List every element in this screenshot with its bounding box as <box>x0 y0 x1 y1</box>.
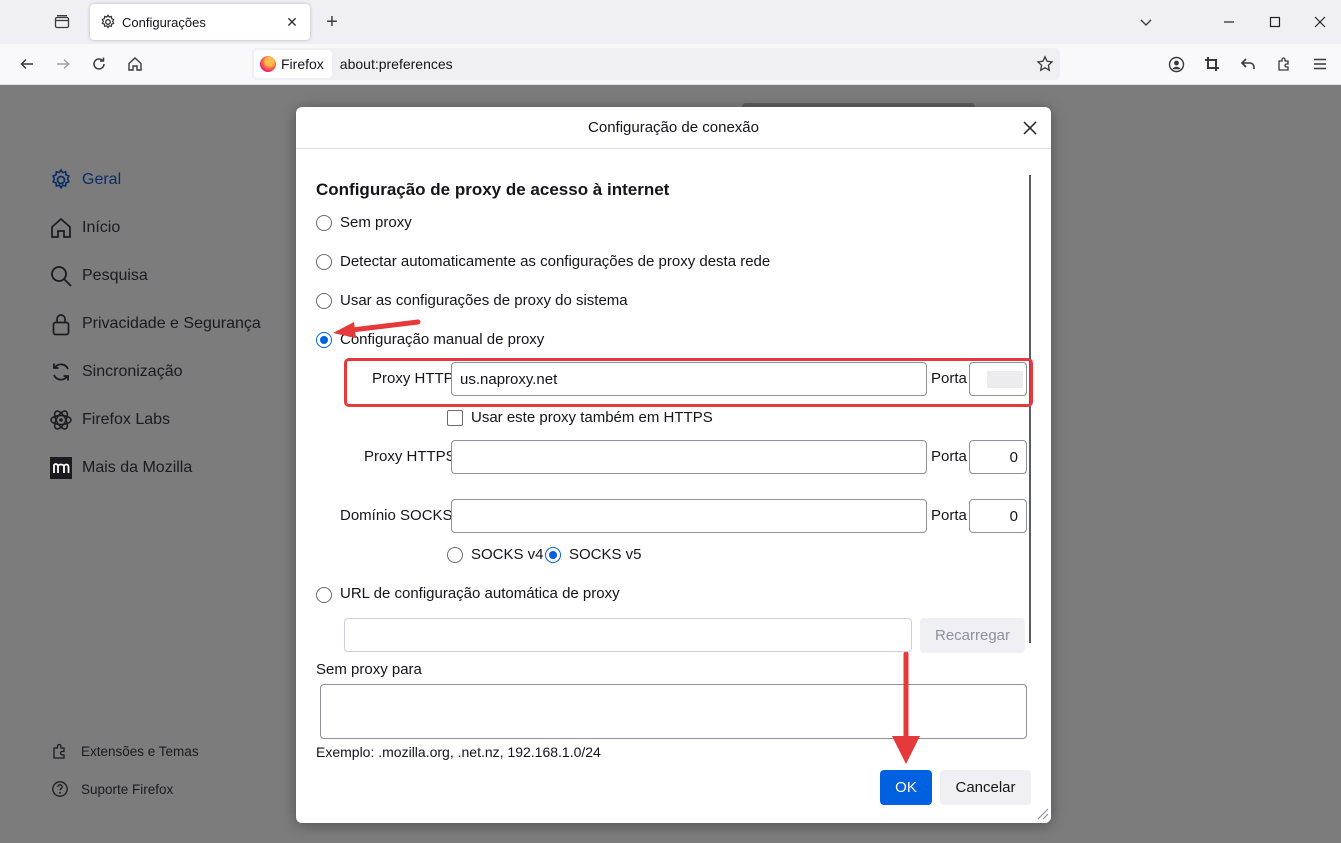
home-icon <box>48 215 74 241</box>
search-icon <box>48 263 74 289</box>
example-text: Exemplo: .mozilla.org, .net.nz, 192.168.… <box>316 744 601 760</box>
reload-icon[interactable] <box>89 54 109 74</box>
maximize-icon[interactable] <box>1265 12 1285 32</box>
https-proxy-input[interactable] <box>451 440 927 474</box>
close-tab-icon[interactable]: ✕ <box>284 14 300 31</box>
puzzle-icon <box>50 741 70 761</box>
help-icon <box>50 779 70 799</box>
https-proxy-label: Proxy HTTPS <box>364 448 456 465</box>
screenshot-crop-icon[interactable] <box>1202 54 1222 74</box>
sidebar-item-privacidade[interactable]: Privacidade e Segurança <box>48 311 261 337</box>
url-bar[interactable]: Firefox about:preferences <box>252 48 1060 80</box>
extensions-icon[interactable] <box>1274 54 1294 74</box>
url-text[interactable]: about:preferences <box>340 56 1036 72</box>
annotation-highlight-box <box>344 358 1033 407</box>
navigation-toolbar: Firefox about:preferences <box>0 44 1341 85</box>
radio-no-proxy-label[interactable]: Sem proxy <box>340 214 412 231</box>
account-icon[interactable] <box>1166 54 1186 74</box>
mozilla-icon <box>48 455 74 481</box>
identity-box[interactable]: Firefox <box>254 50 332 78</box>
radio-pac-url-label[interactable]: URL de configuração automática de proxy <box>340 585 620 602</box>
sidebar-item-firefox-labs[interactable]: Firefox Labs <box>48 407 170 433</box>
sidebar-item-label: Início <box>82 219 121 236</box>
scrollbar[interactable] <box>1029 175 1031 643</box>
window-close-icon[interactable] <box>1310 12 1330 32</box>
ok-button[interactable]: OK <box>880 770 932 805</box>
cancel-button[interactable]: Cancelar <box>940 770 1031 805</box>
sidebar-item-geral[interactable]: Geral <box>48 167 121 193</box>
undo-icon[interactable] <box>1238 54 1258 74</box>
firefox-logo-icon <box>260 56 276 72</box>
socks-port-input[interactable]: 0 <box>969 499 1027 533</box>
firefox-view-icon[interactable] <box>52 12 72 32</box>
https-port-label: Porta <box>931 448 967 465</box>
resize-grip-icon[interactable] <box>1035 806 1049 824</box>
pac-url-input[interactable] <box>344 618 912 652</box>
socks-host-input[interactable] <box>451 499 927 533</box>
radio-system-proxy[interactable] <box>316 293 332 309</box>
close-icon[interactable] <box>1018 116 1042 140</box>
socks-port-label: Porta <box>931 507 967 524</box>
also-https-label[interactable]: Usar este proxy também em HTTPS <box>471 409 713 426</box>
sidebar-item-label: Geral <box>82 171 122 188</box>
https-port-input[interactable]: 0 <box>969 440 1027 474</box>
sidebar-item-label: Sincronização <box>82 363 183 380</box>
annotation-arrow-down <box>892 652 920 764</box>
dialog-title: Configuração de conexão <box>588 119 759 136</box>
sidebar-item-pesquisa[interactable]: Pesquisa <box>48 263 148 289</box>
back-icon[interactable] <box>17 54 37 74</box>
sidebar-item-sincronizacao[interactable]: Sincronização <box>48 359 183 385</box>
sidebar-item-label: Pesquisa <box>82 267 148 284</box>
sidebar-item-label: Privacidade e Segurança <box>82 315 261 332</box>
radio-auto-detect[interactable] <box>316 254 332 270</box>
sidebar-item-mais-mozilla[interactable]: Mais da Mozilla <box>48 455 192 481</box>
new-tab-icon[interactable]: + <box>322 11 342 33</box>
tab-bar: Configurações ✕ + <box>0 0 1341 44</box>
reload-button[interactable]: Recarregar <box>920 618 1025 653</box>
socks-v4-label[interactable]: SOCKS v4 <box>471 546 544 563</box>
minimize-icon[interactable] <box>1219 12 1239 32</box>
radio-auto-detect-label[interactable]: Detectar automaticamente as configuraçõe… <box>340 253 770 270</box>
sync-icon <box>48 359 74 385</box>
sidebar-item-label: Suporte Firefox <box>81 781 174 797</box>
gear-icon <box>100 14 116 30</box>
tab-title: Configurações <box>122 14 206 30</box>
gear-icon <box>48 167 74 193</box>
labs-icon <box>48 407 74 433</box>
radio-socks-v5[interactable] <box>545 547 561 563</box>
radio-pac-url[interactable] <box>316 587 332 603</box>
menu-icon[interactable] <box>1310 54 1330 74</box>
radio-system-proxy-label[interactable]: Usar as configurações de proxy do sistem… <box>340 292 628 309</box>
sidebar-item-suporte[interactable]: Suporte Firefox <box>50 779 173 799</box>
sidebar-item-label: Mais da Mozilla <box>82 459 193 476</box>
sidebar-item-label: Extensões e Temas <box>81 743 199 759</box>
sidebar-item-inicio[interactable]: Início <box>48 215 120 241</box>
identity-label: Firefox <box>281 56 324 72</box>
socks-v5-label[interactable]: SOCKS v5 <box>569 546 642 563</box>
section-heading: Configuração de proxy de acesso à intern… <box>316 180 670 199</box>
radio-socks-v4[interactable] <box>447 547 463 563</box>
lock-icon <box>48 311 74 337</box>
dialog-header: Configuração de conexão <box>296 107 1051 149</box>
socks-host-label: Domínio SOCKS <box>340 507 453 524</box>
bookmark-star-icon[interactable] <box>1036 55 1054 73</box>
no-proxy-for-label: Sem proxy para <box>316 661 422 678</box>
sidebar-item-label: Firefox Labs <box>82 411 171 428</box>
forward-icon[interactable] <box>53 54 73 74</box>
home-icon[interactable] <box>125 54 145 74</box>
radio-no-proxy[interactable] <box>316 215 332 231</box>
also-https-checkbox[interactable] <box>447 410 463 426</box>
annotation-arrow-left <box>333 319 421 338</box>
tab-settings[interactable]: Configurações ✕ <box>90 4 310 40</box>
sidebar-item-extensoes[interactable]: Extensões e Temas <box>50 741 199 761</box>
chevron-down-icon[interactable] <box>1136 12 1156 32</box>
